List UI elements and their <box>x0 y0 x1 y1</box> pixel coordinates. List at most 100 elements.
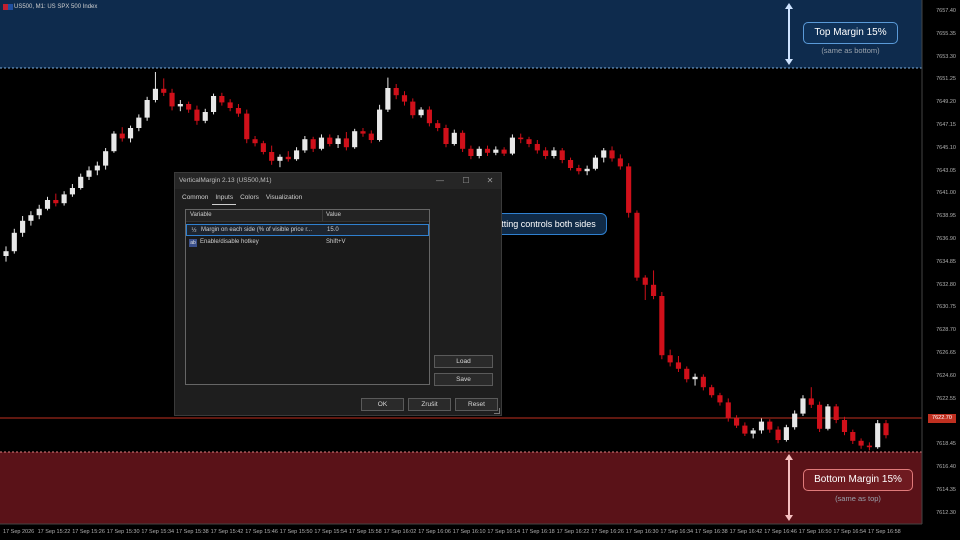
tab-inputs[interactable]: Inputs <box>212 193 237 205</box>
time-axis-label: 17 Sep 16:06 <box>418 529 451 535</box>
current-price-tag: 7622.70 <box>928 414 956 423</box>
table-row[interactable]: ½ Margin on each side (% of visible pric… <box>186 224 429 236</box>
tab-colors[interactable]: Colors <box>237 193 262 205</box>
price-axis-label: 7630.75 <box>936 304 956 311</box>
price-axis-label: 7638.95 <box>936 213 956 220</box>
time-axis-label: 17 Sep 15:42 <box>210 529 244 535</box>
time-axis-label: 17 Sep 16:42 <box>729 529 763 535</box>
candle-body <box>875 423 881 448</box>
candle-body <box>186 104 192 110</box>
table-row[interactable]: ab Enable/disable hotkey Shift+V <box>186 237 429 249</box>
price-axis-label: 7632.80 <box>936 281 956 288</box>
candle-body <box>559 150 565 160</box>
resize-grip-icon[interactable] <box>494 408 500 414</box>
candle-body <box>435 123 441 128</box>
time-axis-label: 17 Sep 16:34 <box>660 529 694 535</box>
close-button[interactable]: ✕ <box>481 173 499 189</box>
candle-body <box>675 362 682 369</box>
candle-body <box>841 420 848 432</box>
candle-body <box>285 156 291 160</box>
candle-body <box>119 133 125 139</box>
price-axis-label: 7641.00 <box>936 190 956 197</box>
dialog-tabs: Common Inputs Colors Visualization <box>179 193 306 205</box>
price-axis-label: 7622.55 <box>936 395 956 402</box>
candle-body <box>426 109 432 124</box>
candle-body <box>385 88 391 110</box>
time-axis-label: 17 Sep 16:46 <box>764 529 797 535</box>
candle-body <box>617 158 623 167</box>
candle-body <box>443 128 449 144</box>
time-axis-label: 17 Sep 16:38 <box>695 529 728 535</box>
row-value[interactable]: 15.0 <box>327 225 339 236</box>
price-axis-label: 7651.25 <box>936 76 956 83</box>
candle-body <box>767 421 773 430</box>
table-header: Variable Value <box>186 210 429 222</box>
bottom-margin-sublabel: (same as top) <box>835 494 881 503</box>
candle-body <box>684 368 690 380</box>
tab-common[interactable]: Common <box>179 193 211 205</box>
candle-body <box>377 109 383 140</box>
candle-body <box>169 92 175 107</box>
candle-body <box>44 200 51 209</box>
time-axis-label: 17 Sep 16:50 <box>798 529 832 535</box>
candle-body <box>833 406 839 420</box>
time-axis-label: 17 Sep 16:26 <box>591 529 624 535</box>
candle-body <box>277 156 283 161</box>
reset-button[interactable]: Reset <box>455 398 498 411</box>
price-axis-label: 7645.10 <box>936 144 956 151</box>
dialog-title[interactable]: VerticalMargin 2.13 (US500,M1) <box>175 173 501 189</box>
symbol-flag-icon-2 <box>8 4 13 10</box>
candle-body <box>302 139 308 151</box>
time-axis-label: 17 Sep 16:58 <box>868 529 901 535</box>
candle-body <box>401 95 408 102</box>
indicator-settings-dialog[interactable]: VerticalMargin 2.13 (US500,M1) — ☐ ✕ Com… <box>174 172 502 416</box>
candle-body <box>219 96 225 103</box>
price-axis-label: 7643.05 <box>936 167 956 174</box>
candle-body <box>210 96 217 112</box>
price-axis-label: 7649.20 <box>936 99 956 106</box>
ok-button[interactable]: OK <box>361 398 404 411</box>
candle-body <box>626 166 632 213</box>
candle-body <box>111 133 117 152</box>
number-icon: ½ <box>191 228 197 234</box>
candle-body <box>476 148 482 156</box>
minimize-button[interactable]: — <box>431 173 449 189</box>
price-axis-label: 7624.60 <box>936 372 956 379</box>
candle-body <box>343 138 349 148</box>
candle-body <box>202 112 208 121</box>
candle-body <box>742 425 748 434</box>
candle-body <box>883 423 889 436</box>
text-icon: ab <box>189 239 197 247</box>
candle-body <box>269 152 275 161</box>
candle-body <box>11 232 17 252</box>
candle-body <box>3 251 9 256</box>
top-margin-sublabel: (same as bottom) <box>821 46 880 55</box>
time-axis-label: 17 Sep 15:38 <box>176 529 209 535</box>
row-value[interactable]: Shift+V <box>326 237 346 248</box>
candle-body <box>61 194 67 204</box>
candle-body <box>758 421 765 431</box>
load-button[interactable]: Load <box>434 355 493 368</box>
inputs-table[interactable]: Variable Value ½ Margin on each side (% … <box>185 209 430 385</box>
cancel-button[interactable]: Zrušit <box>408 398 451 411</box>
save-button[interactable]: Save <box>434 373 493 386</box>
tab-visualization[interactable]: Visualization <box>263 193 305 205</box>
time-axis-label: 17 Sep 16:22 <box>556 529 590 535</box>
candle-body <box>526 139 532 144</box>
top-margin-zone <box>0 0 922 68</box>
candle-body <box>318 137 325 149</box>
top-margin-label: Top Margin 15% <box>803 22 898 44</box>
candle-body <box>592 157 599 169</box>
candle-body <box>642 277 648 285</box>
candle-body <box>567 160 574 168</box>
candle-body <box>293 150 300 160</box>
candle-body <box>808 398 814 405</box>
candle-body <box>36 208 42 216</box>
time-axis-label: 17 Sep 16:02 <box>383 529 417 535</box>
candle-body <box>161 88 167 93</box>
candle-body <box>509 137 515 154</box>
time-axis-label: 17 Sep 16:14 <box>487 529 521 535</box>
candle-body <box>69 188 75 195</box>
candle-body <box>86 170 92 177</box>
maximize-button[interactable]: ☐ <box>457 173 475 189</box>
